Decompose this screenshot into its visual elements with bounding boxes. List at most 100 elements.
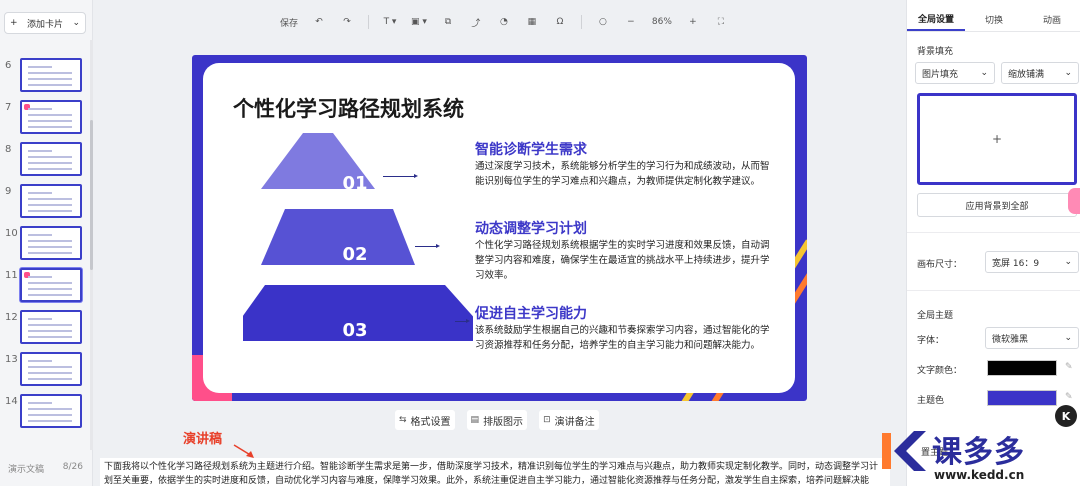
theme-color-swatch[interactable] (987, 390, 1057, 406)
shape-icon[interactable]: ⧉ (441, 13, 455, 31)
search-icon[interactable]: ○ (596, 13, 610, 31)
slide-thumbnail-row[interactable]: 14 (0, 394, 93, 434)
slide-thumbnail-row[interactable]: 8 (0, 142, 93, 182)
thumbnail-text-line (28, 198, 72, 200)
add-card-label: 添加卡片 (26, 19, 63, 30)
thumbnail-text-line (28, 192, 52, 194)
slide-thumbnail-row[interactable]: 11 (0, 268, 93, 308)
text-color-swatch[interactable] (987, 360, 1057, 376)
slide-thumbnail[interactable] (20, 100, 82, 134)
fill-mode-select[interactable]: 缩放铺满 ⌄ (1001, 62, 1079, 84)
format-settings-button[interactable]: ⇆ 格式设置 (395, 410, 455, 430)
save-button[interactable]: 保存 (280, 13, 298, 31)
slide-thumbnail[interactable] (20, 352, 82, 386)
background-preview[interactable]: + (917, 93, 1077, 185)
thumbnail-text-line (28, 78, 72, 80)
chart-icon[interactable]: ◔ (497, 13, 511, 31)
slide-title[interactable]: 个性化学习路径规划系统 (233, 93, 464, 123)
image-icon[interactable]: ▣ ▾ (411, 13, 427, 31)
eyedropper-icon[interactable]: ✎ (1065, 392, 1073, 402)
speaker-notes-button[interactable]: ⊡ 演讲备注 (539, 410, 599, 430)
table-icon[interactable]: ▦ (525, 13, 539, 31)
thumbnail-text-line (28, 246, 72, 248)
tab-global-settings[interactable]: 全局设置 (907, 8, 965, 31)
layout-icon: ▤ (470, 415, 480, 425)
slide-thumbnail[interactable] (20, 58, 82, 92)
text-icon[interactable]: T ▾ (383, 13, 397, 31)
thumbnail-text-line (28, 66, 52, 68)
brand-logo-icon (882, 431, 926, 471)
slide-thumbnail[interactable] (20, 268, 82, 302)
slide-thumbnail-row[interactable]: 10 (0, 226, 93, 266)
slide-thumbnail-row[interactable]: 12 (0, 310, 93, 350)
thumbnail-text-line (28, 414, 72, 416)
floating-tab[interactable] (1068, 188, 1080, 214)
slide-thumbnail-row[interactable]: 7 (0, 100, 93, 140)
font-select[interactable]: 微软雅黑 ⌄ (985, 327, 1079, 349)
zoom-in-button[interactable]: + (686, 13, 700, 31)
slide-thumbnail[interactable] (20, 184, 82, 218)
pyramid-label-3: 03 (342, 320, 368, 341)
section-title-3[interactable]: 促进自主学习能力 (475, 303, 587, 323)
section-body-3[interactable]: 该系统鼓励学生根据自己的兴趣和节奏探索学习内容，通过智能化的学习资源推荐和任务分… (475, 323, 773, 353)
thumbnail-text-line (28, 408, 72, 410)
section-body-2[interactable]: 个性化学习路径规划系统根据学生的实时学习进度和效果反馈，自动调整学习内容和难度，… (475, 238, 773, 283)
slide-thumbnail[interactable] (20, 310, 82, 344)
fill-type-value: 图片填充 (922, 69, 959, 80)
divider (907, 290, 1080, 291)
canvas-size-select[interactable]: 宽屏 16：9 ⌄ (985, 251, 1079, 273)
eyedropper-icon[interactable]: ✎ (1065, 362, 1073, 372)
pyramid-graphic[interactable] (243, 133, 473, 343)
thumbnail-text-line (28, 420, 72, 422)
pointer-arrow (415, 244, 440, 248)
thumbnail-text-line (28, 318, 52, 320)
slide-thumbnail-row[interactable]: 9 (0, 184, 93, 224)
slide-thumbnail-row[interactable]: 6 (0, 58, 93, 98)
zoom-out-button[interactable]: − (624, 13, 638, 31)
slide-number: 9 (5, 186, 12, 197)
slide-number: 7 (5, 102, 12, 113)
slide-thumbnail-row[interactable]: 13 (0, 352, 93, 392)
section-title-1[interactable]: 智能诊断学生需求 (475, 139, 587, 159)
fill-type-select[interactable]: 图片填充 ⌄ (915, 62, 995, 84)
fullscreen-icon[interactable]: ⛶ (714, 13, 728, 31)
canvas-size-value: 宽屏 16：9 (992, 258, 1040, 269)
symbol-icon[interactable]: Ω (553, 13, 567, 31)
thumbnail-text-line (28, 156, 72, 158)
section-title-2[interactable]: 动态调整学习计划 (475, 218, 587, 238)
undo-icon[interactable]: ↶ (312, 13, 326, 31)
slide-number: 13 (5, 354, 18, 365)
section-body-1[interactable]: 通过深度学习技术，系统能够分析学生的学习行为和成绩波动，从而智能识别每位学生的学… (475, 159, 773, 189)
theme-color-label: 主题色 (917, 396, 945, 406)
format-settings-label: 格式设置 (410, 416, 451, 428)
slide-number: 8 (5, 144, 12, 155)
chevron-down-icon: ⌄ (1064, 333, 1072, 343)
properties-panel: 全局设置 切换 动画 背景填充 图片填充 ⌄ 缩放铺满 ⌄ + 应用背景到全部 … (906, 0, 1080, 486)
tab-transition[interactable]: 切换 (965, 8, 1023, 31)
redo-icon[interactable]: ↷ (340, 13, 354, 31)
line-icon[interactable]: ⤴ (469, 13, 483, 31)
pyramid-label-1: 01 (342, 173, 368, 194)
apply-background-all-button[interactable]: 应用背景到全部 (917, 193, 1077, 217)
thumbnail-text-line (28, 126, 72, 128)
text-color-label: 文字颜色： (917, 366, 963, 376)
speech-notes-text[interactable]: 下面我将以个性化学习路径规划系统为主题进行介绍。智能诊断学生需求是第一步，借助深… (100, 458, 890, 486)
thumbnail-text-line (28, 210, 72, 212)
slide-canvas[interactable]: 个性化学习路径规划系统 01 02 03 智能诊断学生需求 通过深度学习技术，系… (192, 55, 807, 401)
speaker-notes-label: 演讲备注 (554, 416, 595, 428)
fill-mode-value: 缩放铺满 (1008, 69, 1045, 80)
slide-number: 6 (5, 60, 12, 71)
thumbnail-text-line (28, 240, 72, 242)
notes-icon: ⊡ (543, 415, 551, 425)
slide-thumbnail[interactable] (20, 226, 82, 260)
background-fill-label: 背景填充 (917, 47, 954, 57)
add-card-button[interactable]: + 添加卡片 ⌄ (4, 12, 86, 34)
main-toolbar: 保存 ↶ ↷ T ▾ ▣ ▾ ⧉ ⤴ ◔ ▦ Ω ○ − 86% + ⛶ (280, 12, 728, 32)
thumbnail-text-line (28, 234, 52, 236)
slide-thumbnail[interactable] (20, 394, 82, 428)
layout-diagram-button[interactable]: ▤ 排版图示 (466, 410, 528, 430)
scrollbar-thumb[interactable] (90, 120, 93, 270)
slide-content-area: 个性化学习路径规划系统 01 02 03 智能诊断学生需求 通过深度学习技术，系… (203, 63, 795, 393)
tab-animation[interactable]: 动画 (1023, 8, 1080, 31)
slide-thumbnail[interactable] (20, 142, 82, 176)
